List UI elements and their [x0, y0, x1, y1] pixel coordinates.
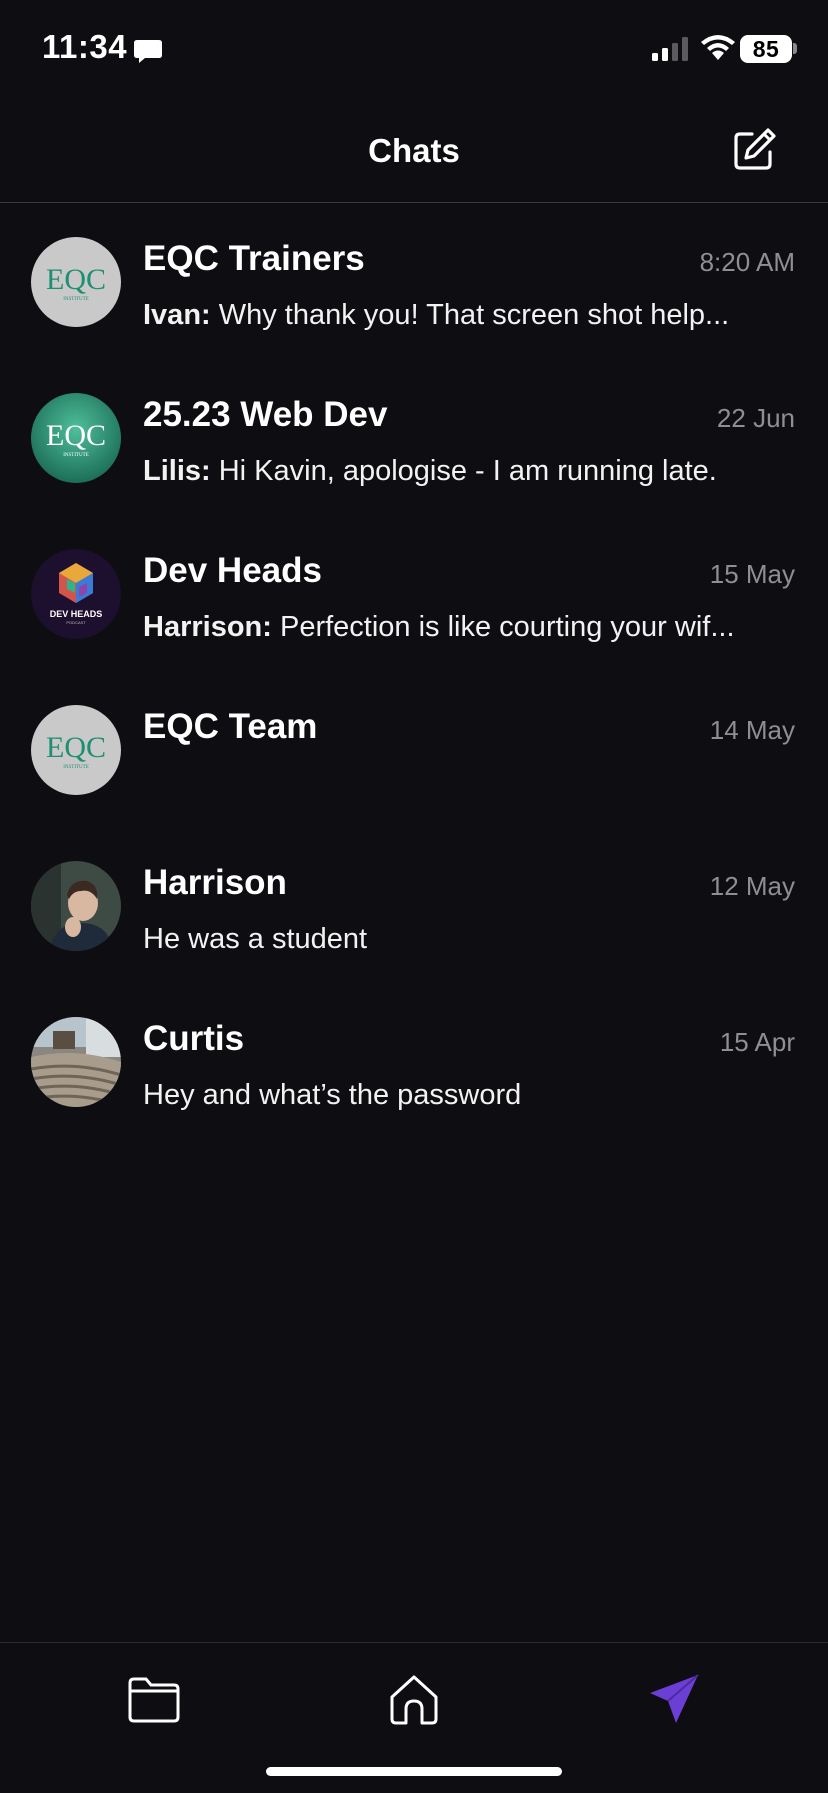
- chat-message: He was a student: [143, 923, 368, 955]
- chat-row-curtis[interactable]: Curtis 15 Apr Hey and what’s the passwor…: [0, 983, 828, 1139]
- svg-text:EQC: EQC: [46, 263, 106, 296]
- svg-text:DEV HEADS: DEV HEADS: [50, 609, 103, 619]
- eqc-logo-icon: EQC INSTITUTE: [31, 705, 121, 795]
- chat-message: Perfection is like courting your wif...: [279, 611, 735, 643]
- chat-preview: Lilis: Hi Kavin, apologise - I am runnin…: [143, 455, 783, 488]
- chat-sender: Ivan:: [143, 299, 211, 331]
- battery-indicator: 85: [740, 35, 792, 63]
- avatar: [31, 1017, 121, 1107]
- svg-text:INSTITUTE: INSTITUTE: [63, 453, 89, 458]
- sofa-photo-icon: [31, 1017, 121, 1107]
- chat-list: EQC INSTITUTE EQC Trainers 8:20 AM Ivan:…: [0, 203, 828, 1139]
- chat-row-eqc-trainers[interactable]: EQC INSTITUTE EQC Trainers 8:20 AM Ivan:…: [0, 203, 828, 359]
- person-photo-icon: [31, 861, 121, 951]
- chat-name: Dev Heads: [143, 551, 322, 590]
- chat-name: 25.23 Web Dev: [143, 395, 388, 434]
- message-bubble-icon: [134, 40, 162, 63]
- chat-name: Curtis: [143, 1019, 245, 1058]
- chat-time: 14 May: [709, 715, 795, 745]
- svg-text:PODCAST: PODCAST: [66, 620, 86, 625]
- eqc-logo-icon: EQC INSTITUTE: [31, 393, 121, 483]
- avatar: EQC INSTITUTE: [31, 237, 121, 327]
- battery-cap: [793, 43, 797, 54]
- dev-heads-logo-icon: DEV HEADS PODCAST: [31, 549, 121, 639]
- chat-preview: Harrison: Perfection is like courting yo…: [143, 611, 783, 644]
- chat-name: Harrison: [143, 863, 287, 902]
- cellular-signal-icon: [652, 37, 688, 61]
- chat-preview: Ivan: Why thank you! That screen shot he…: [143, 299, 783, 332]
- chat-time: 15 May: [709, 559, 795, 589]
- chat-time: 12 May: [709, 871, 795, 901]
- avatar: [31, 861, 121, 951]
- tab-bar: [0, 1642, 828, 1793]
- folder-icon[interactable]: [124, 1669, 184, 1729]
- eqc-logo-icon: EQC INSTITUTE: [31, 237, 121, 327]
- status-time: 11:34: [42, 28, 128, 65]
- chat-message: Hey and what’s the password: [143, 1079, 522, 1111]
- chat-preview: Hey and what’s the password: [143, 1079, 783, 1112]
- chat-time: 22 Jun: [716, 403, 795, 433]
- svg-text:INSTITUTE: INSTITUTE: [63, 765, 89, 770]
- wifi-icon: [701, 35, 735, 60]
- svg-text:EQC: EQC: [46, 419, 106, 452]
- chat-row-harrison[interactable]: Harrison 12 May He was a student: [0, 827, 828, 983]
- page-title: Chats: [368, 132, 460, 169]
- chat-preview: He was a student: [143, 923, 783, 956]
- send-icon[interactable]: [644, 1669, 704, 1729]
- avatar: EQC INSTITUTE: [31, 393, 121, 483]
- chat-sender: Lilis:: [143, 455, 211, 487]
- compose-icon[interactable]: [730, 126, 778, 174]
- home-icon[interactable]: [384, 1669, 444, 1729]
- chat-row-web-dev[interactable]: EQC INSTITUTE 25.23 Web Dev 22 Jun Lilis…: [0, 359, 828, 515]
- chat-name: EQC Trainers: [143, 239, 365, 278]
- chat-time: 15 Apr: [719, 1027, 795, 1057]
- chat-time: 8:20 AM: [699, 247, 795, 277]
- chat-sender: Harrison:: [143, 611, 272, 643]
- status-bar: 11:34 85: [0, 0, 828, 100]
- nav-header: Chats: [0, 100, 828, 203]
- chat-row-dev-heads[interactable]: DEV HEADS PODCAST Dev Heads 15 May Harri…: [0, 515, 828, 671]
- avatar: DEV HEADS PODCAST: [31, 549, 121, 639]
- chat-row-eqc-team[interactable]: EQC INSTITUTE EQC Team 14 May: [0, 671, 828, 827]
- chat-message: Hi Kavin, apologise - I am running late.: [218, 455, 717, 487]
- home-indicator: [266, 1767, 562, 1776]
- avatar: EQC INSTITUTE: [31, 705, 121, 795]
- chat-message: Why thank you! That screen shot help...: [218, 299, 730, 331]
- chat-name: EQC Team: [143, 707, 318, 746]
- svg-text:EQC: EQC: [46, 731, 106, 764]
- svg-text:INSTITUTE: INSTITUTE: [63, 297, 89, 302]
